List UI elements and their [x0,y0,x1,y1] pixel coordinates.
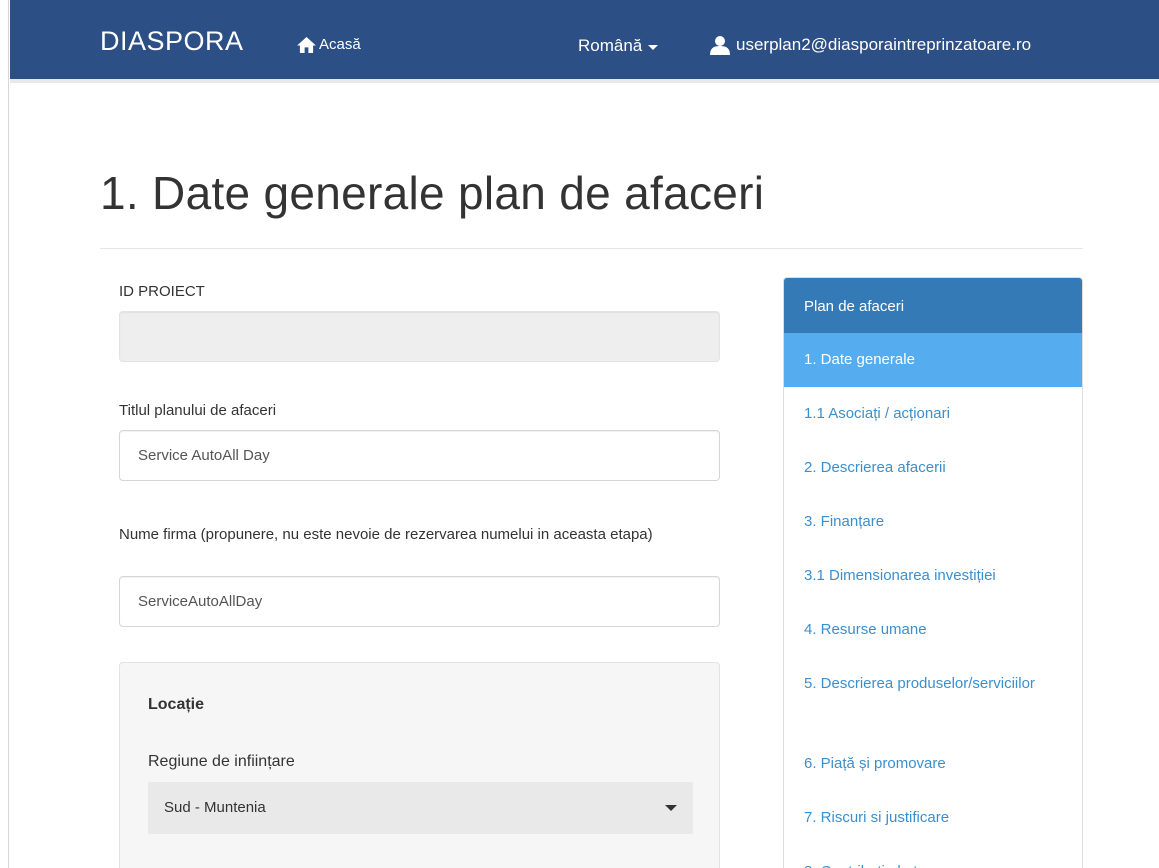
title-divider [100,248,1083,249]
sidebar-item-dimensionarea-investitiei[interactable]: 3.1 Dimensionarea investiției [784,549,1082,603]
company-name-label: Nume firma (propunere, nu este nevoie de… [119,526,653,543]
chevron-down-icon [665,805,677,811]
window-edge [0,0,9,868]
sidebar-item-resurse-umane[interactable]: 4. Resurse umane [784,603,1082,657]
home-icon [297,36,316,53]
user-email: userplan2@diasporaintreprinzatoare.ro [736,35,1032,54]
sidebar-header: Plan de afaceri [784,278,1082,333]
business-plan-title-input[interactable]: Service AutoAll Day [119,430,720,481]
sidebar-item-descrierea-produselor[interactable]: 5. Descrierea produselor/serviciilor [784,657,1082,737]
sidebar-item-descrierea-afacerii[interactable]: 2. Descrierea afacerii [784,441,1082,495]
page-title: 1. Date generale plan de afaceri [100,167,765,219]
sidebar-item-piata-promovare[interactable]: 6. Piață și promovare [784,737,1082,791]
language-label: Română [578,36,643,55]
sidebar-item-asociati[interactable]: 1.1 Asociați / acționari [784,387,1082,441]
chevron-down-icon [648,45,659,50]
business-plan-title-label: Titlul planului de afaceri [119,402,277,419]
sidebar-item-date-generale[interactable]: 1. Date generale [784,333,1082,387]
location-heading: Locație [148,696,205,713]
location-panel: Locație Regiune de inființare Sud - Munt… [119,662,720,868]
region-selected-value: Sud - Muntenia [164,799,266,816]
user-menu[interactable]: userplan2@diasporaintreprinzatoare.ro [710,35,1031,55]
company-name-input[interactable]: ServiceAutoAllDay [119,576,720,627]
brand-logo[interactable]: DIASPORA [100,26,244,57]
id-project-field [119,311,720,362]
top-navbar: DIASPORA Acasă Română userplan2@diaspora… [10,0,1159,83]
id-project-label: ID PROIECT [119,283,205,300]
home-link[interactable]: Acasă [297,36,361,53]
region-label: Regiune de inființare [148,753,295,770]
business-plan-sidebar: Plan de afaceri 1. Date generale 1.1 Aso… [783,277,1083,868]
user-icon [710,36,730,55]
sidebar-item-finantare[interactable]: 3. Finanțare [784,495,1082,549]
sidebar-item-riscuri[interactable]: 7. Riscuri si justificare [784,791,1082,845]
sidebar-item-contributia[interactable]: 8. Contribuția la teme [784,845,1082,868]
language-dropdown[interactable]: Română [578,36,659,56]
region-select[interactable]: Sud - Muntenia [148,782,693,834]
home-link-label: Acasă [319,36,361,53]
